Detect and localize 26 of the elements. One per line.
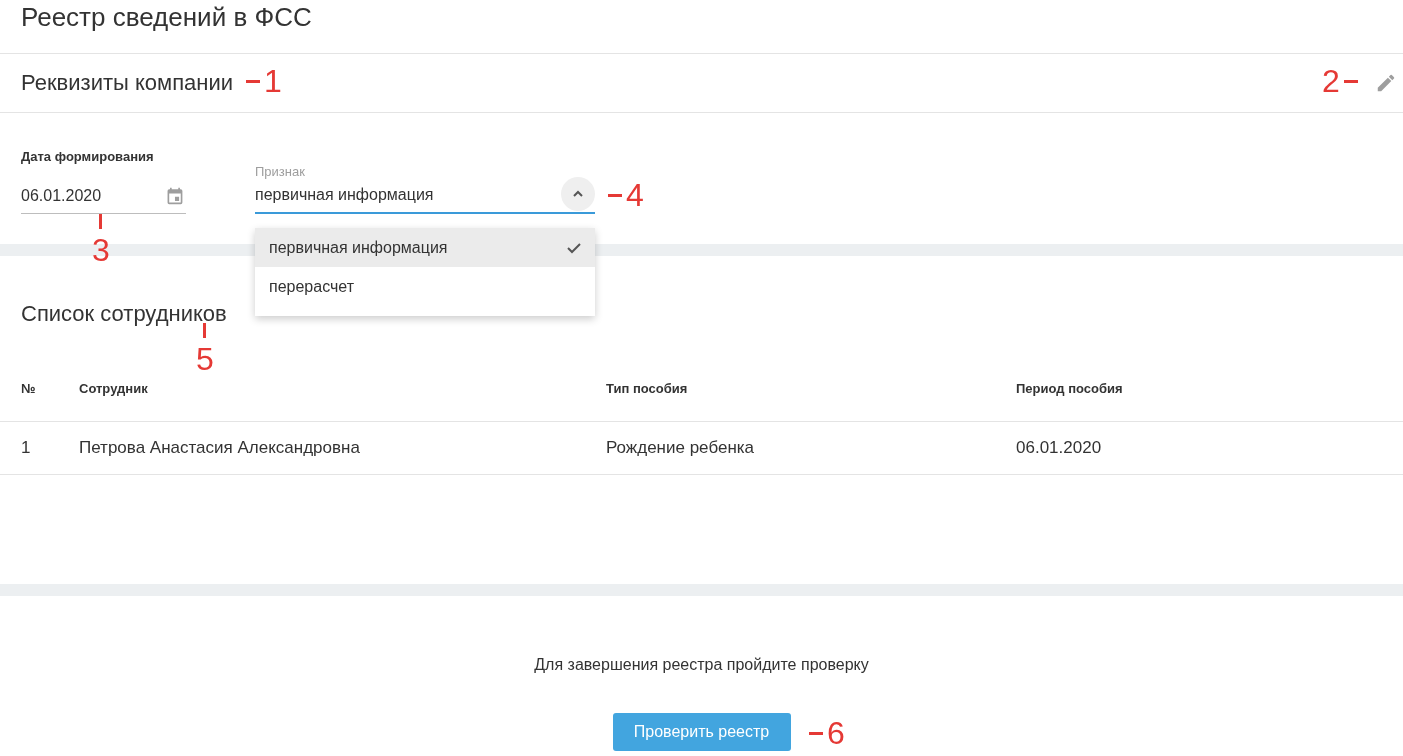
column-header: Сотрудник: [79, 381, 148, 397]
table-cell: Петрова Анастасия Александровна: [79, 438, 360, 458]
table-cell: 1: [21, 438, 31, 458]
edit-icon[interactable]: [1375, 72, 1397, 94]
section-title: Реквизиты компании: [21, 71, 234, 95]
hint-text: Для завершения реестра пройдите проверку: [534, 656, 869, 674]
field-label: Дата формирования: [21, 149, 154, 165]
table-cell: 06.01.2020: [1016, 438, 1102, 458]
column-header: №: [21, 381, 36, 397]
column-header: Период пособия: [1016, 381, 1123, 397]
page-title: Реестр сведений в ФСС: [21, 1, 312, 34]
callout-number: 6: [827, 716, 845, 750]
dropdown-option[interactable]: первичная информация: [255, 228, 595, 267]
callout-number: 5: [196, 342, 214, 376]
type-select[interactable]: Признак первичная информация: [255, 165, 595, 214]
section-title: Список сотрудников: [20, 302, 227, 326]
dropdown-option[interactable]: перерасчет: [255, 267, 595, 306]
callout-number: 1: [264, 64, 282, 98]
column-header: Тип пособия: [606, 381, 688, 397]
table-cell: Рождение ребенка: [606, 438, 755, 458]
callout-number: 2: [1322, 64, 1340, 98]
chevron-icon[interactable]: [561, 177, 595, 211]
check-icon: [567, 241, 581, 254]
callout-number: 4: [626, 178, 644, 212]
date-field[interactable]: 06.01.2020: [21, 178, 186, 214]
callout-number: 3: [92, 233, 110, 267]
